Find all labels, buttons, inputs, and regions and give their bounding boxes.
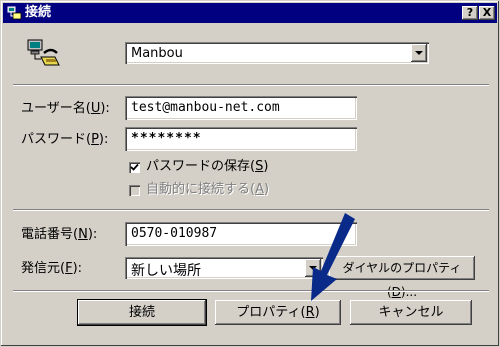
username-label: ユーザー名(U): [21, 101, 110, 116]
dial-from-label: 発信元(F): [21, 261, 83, 276]
connection-selected: Manbou [131, 46, 183, 61]
divider [13, 209, 489, 211]
auto-connect-label[interactable]: 自動的に接続する(A) [146, 182, 269, 198]
save-password-label[interactable]: パスワードの保存(S) [146, 159, 268, 175]
password-label: パスワード(P): [21, 132, 109, 147]
title-bar[interactable]: 接続 ? X [3, 3, 497, 23]
window-title: 接続 [25, 5, 52, 20]
divider [13, 84, 489, 86]
username-field[interactable]: test@manbou-net.com [125, 96, 357, 120]
annotation-arrow-icon [311, 213, 355, 301]
auto-connect-checkbox[interactable] [129, 185, 140, 196]
close-button[interactable]: X [479, 6, 495, 20]
connect-dialog: 接続 ? X Manbou ユーザー名(U): test@manbou-net.… [0, 0, 500, 347]
cancel-button[interactable]: キャンセル [350, 300, 472, 325]
password-field[interactable]: ******** [125, 127, 357, 151]
save-password-checkbox[interactable] [129, 162, 140, 173]
help-button[interactable]: ? [462, 6, 478, 20]
connect-button[interactable]: 接続 [77, 299, 207, 326]
phone-label: 電話番号(N): [21, 227, 98, 242]
chevron-down-icon[interactable] [411, 44, 427, 62]
dial-from-select[interactable]: 新しい場所 [125, 257, 323, 279]
network-connection-icon [7, 6, 22, 20]
connection-select[interactable]: Manbou [125, 42, 429, 64]
checkmark-icon [130, 163, 139, 171]
dialup-connection-icon [27, 39, 60, 66]
divider [13, 290, 489, 292]
